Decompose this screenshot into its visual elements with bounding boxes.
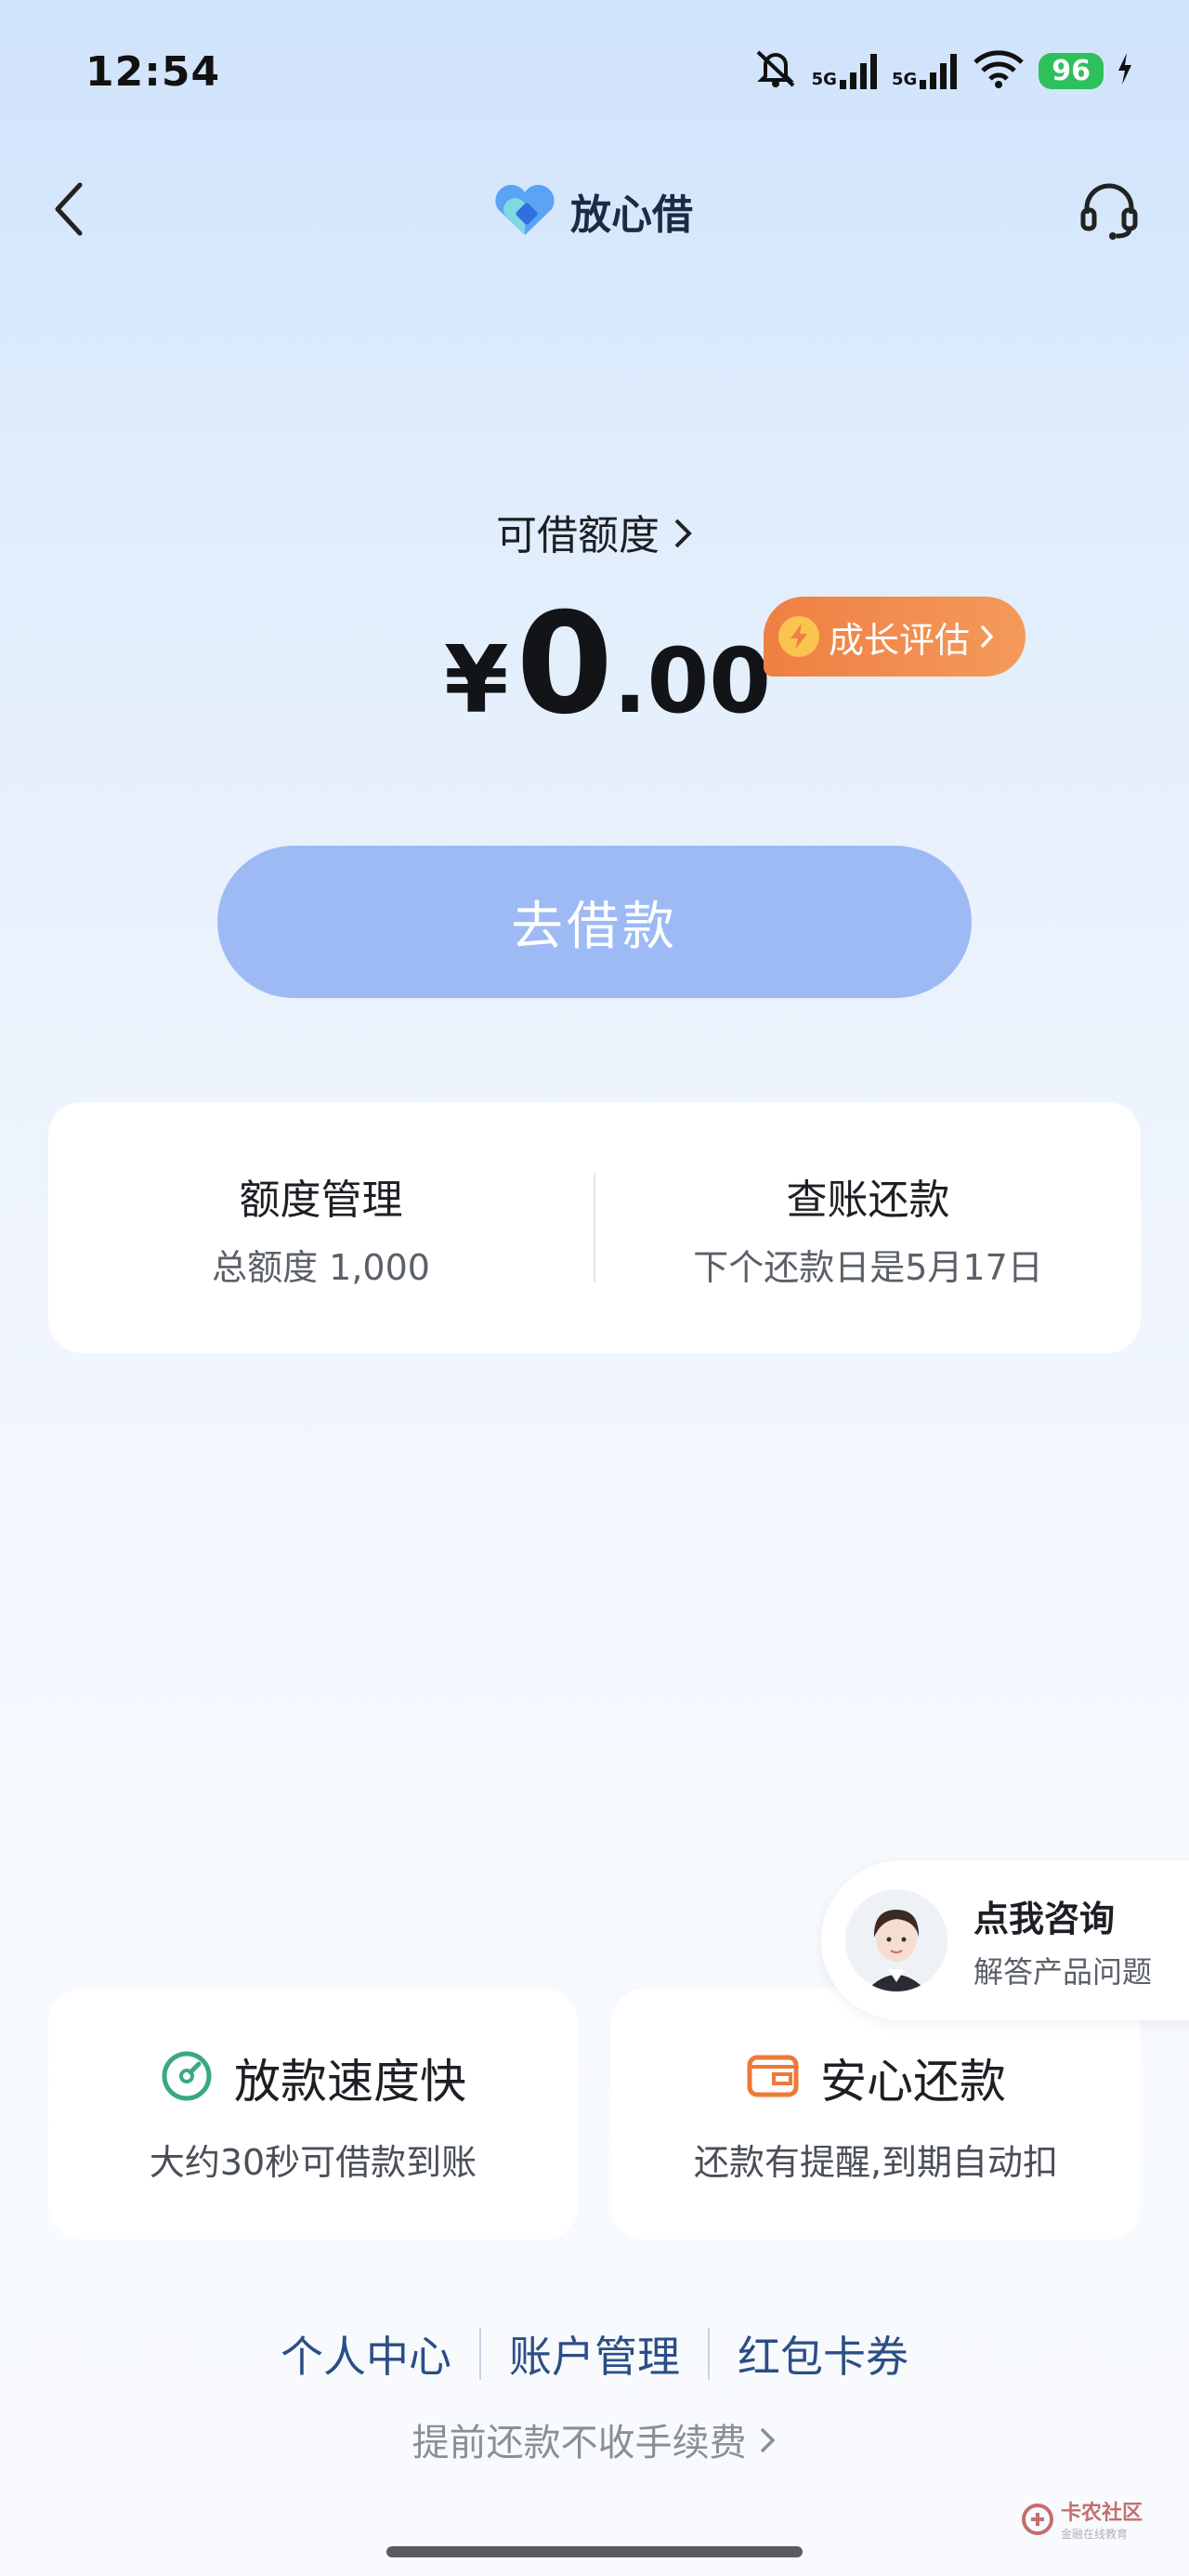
watermark: 卡农社区 金融在线教育 [1022,2496,1143,2542]
consult-title: 点我咨询 [973,1898,1116,1939]
footer-links: 个人中心 账户管理 红包卡券 [0,2323,1189,2385]
consult-widget[interactable]: 点我咨询 解答产品问题 [821,1860,1189,2020]
feature-title: 放款速度快 [234,2054,466,2109]
currency-symbol: ¥ [444,625,509,734]
brand-logo-icon [495,185,555,235]
speed-gauge-icon [160,2049,214,2107]
chevron-left-icon [55,182,83,236]
agent-avatar [845,1889,947,1991]
feature-desc: 大约30秒可借款到账 [149,2141,477,2183]
growth-assessment-label: 成长评估 [829,619,971,661]
chevron-right-icon [673,512,693,559]
signal-icon-1: 5G [812,52,879,89]
headset-icon [1080,183,1138,240]
lightning-icon [778,616,819,657]
brand: 放心借 [492,181,693,241]
borrow-button[interactable]: 去借款 [217,846,972,998]
early-repay-text: 提前还款不收手续费 [412,2422,747,2464]
early-repay-note[interactable]: 提前还款不收手续费 [0,2412,1189,2466]
watermark-subtitle: 金融在线教育 [1061,2528,1129,2541]
limit-management[interactable]: 额度管理 总额度 1,000 [48,1102,594,1353]
charging-icon [1117,53,1133,88]
feature-card-safe-repay: 安心还款 还款有提醒,到期自动扣 [611,1989,1141,2240]
network-type-2: 5G [891,70,918,89]
wallet-icon [746,2052,800,2104]
watermark-name: 卡农社区 [1061,2502,1143,2525]
link-personal-center[interactable]: 个人中心 [253,2323,479,2385]
limit-management-title: 额度管理 [239,1176,403,1224]
summary-card: 额度管理 总额度 1,000 查账还款 下个还款日是5月17日 [48,1102,1141,1353]
bill-repayment-title: 查账还款 [786,1176,950,1224]
chevron-right-icon [980,624,994,649]
chevron-right-icon [758,2422,777,2464]
feature-card-fast-loan: 放款速度快 大约30秒可借款到账 [48,1989,578,2240]
back-button[interactable] [41,177,97,242]
status-time: 12:54 [85,48,221,96]
battery-indicator: 96 [1039,52,1104,89]
network-type-1: 5G [811,70,837,89]
brand-name: 放心借 [570,191,693,239]
feature-title: 安心还款 [820,2054,1006,2109]
next-repay-date-text: 下个还款日是5月17日 [693,1246,1043,1288]
bill-repayment[interactable]: 查账还款 下个还款日是5月17日 [595,1102,1141,1353]
available-credit-label: 可借额度 [496,512,660,559]
customer-service-button[interactable] [1074,175,1144,245]
status-icons: 5G 5G 96 [752,48,1133,93]
amount-decimal: .00 [612,629,772,733]
credit-amount: ¥ 0 .00 [444,595,771,734]
amount-integer: 0 [516,584,613,745]
feature-desc: 还款有提醒,到期自动扣 [693,2141,1059,2183]
mute-icon [752,48,799,93]
watermark-logo-icon [1022,2503,1053,2535]
link-coupons[interactable]: 红包卡券 [710,2323,936,2385]
home-indicator[interactable] [386,2546,803,2557]
available-credit-link[interactable]: 可借额度 [0,502,1189,561]
total-limit-text: 总额度 1,000 [212,1246,430,1288]
growth-assessment-button[interactable]: 成长评估 [764,597,1026,677]
signal-icon-2: 5G [892,52,959,89]
consult-subtitle: 解答产品问题 [973,1953,1153,1990]
wifi-icon [972,49,1026,92]
link-account-management[interactable]: 账户管理 [481,2323,708,2385]
